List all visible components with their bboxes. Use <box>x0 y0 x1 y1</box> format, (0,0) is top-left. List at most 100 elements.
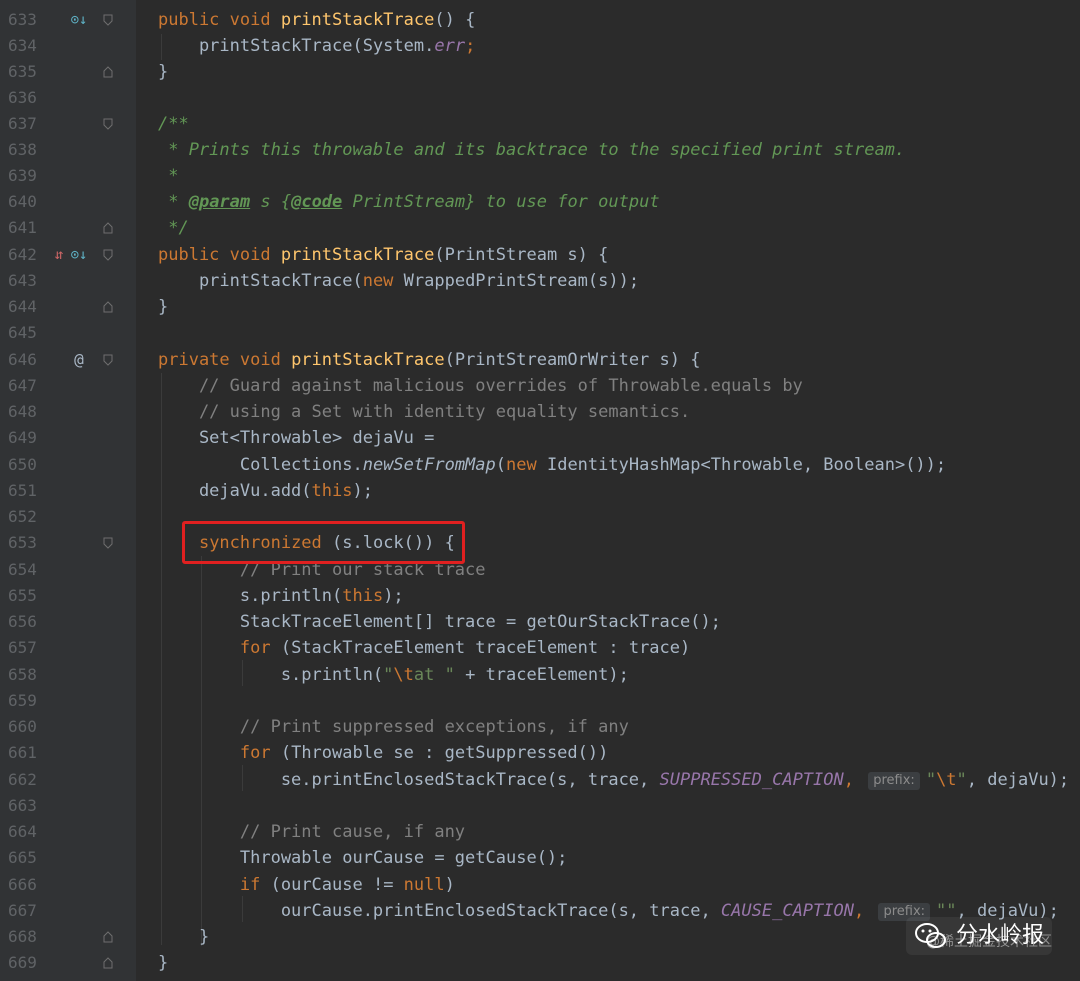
code-text: Collections.newSetFromMap(new IdentityHa… <box>158 455 947 475</box>
code-line[interactable]: 637 /** <box>0 111 1080 137</box>
fold-marker-icon[interactable] <box>103 249 113 261</box>
highlight-box <box>182 521 465 564</box>
code-text: * @param s {@code PrintStream} to use fo… <box>158 192 660 212</box>
code-text: s.println("\tat " + traceElement); <box>158 665 629 685</box>
code-line[interactable]: 662 se.printEnclosedStackTrace(s, trace,… <box>0 767 1080 793</box>
code-line[interactable]: 649 Set<Throwable> dejaVu = <box>0 425 1080 451</box>
code-text: public void printStackTrace(PrintStream … <box>158 245 609 265</box>
line-number: 657 <box>8 638 37 657</box>
code-text: StackTraceElement[] trace = getOurStackT… <box>158 612 721 632</box>
parameter-hint: prefix: <box>868 772 920 790</box>
fold-end-icon[interactable] <box>103 301 113 313</box>
code-line[interactable]: 652 <box>0 504 1080 530</box>
fold-marker-icon[interactable] <box>103 118 113 130</box>
code-line[interactable]: 657 for (StackTraceElement traceElement … <box>0 635 1080 661</box>
fold-end-icon[interactable] <box>103 931 113 943</box>
fold-end-icon[interactable] <box>103 66 113 78</box>
code-line[interactable]: 634 printStackTrace(System.err; <box>0 33 1080 59</box>
code-text: // using a Set with identity equality se… <box>158 402 691 422</box>
line-number: 666 <box>8 875 37 894</box>
code-text: /** <box>158 114 189 134</box>
code-line[interactable]: 664 // Print cause, if any <box>0 819 1080 845</box>
code-line[interactable]: 654 // Print our stack trace <box>0 557 1080 583</box>
at-icon[interactable]: @ <box>70 351 88 369</box>
code-line[interactable]: 655 s.println(this); <box>0 583 1080 609</box>
code-line[interactable]: 665 Throwable ourCause = getCause(); <box>0 845 1080 871</box>
line-number: 649 <box>8 428 37 447</box>
line-number: 651 <box>8 481 37 500</box>
implemented-icon[interactable]: ⇵ <box>50 246 68 264</box>
code-line[interactable]: 638 * Prints this throwable and its back… <box>0 137 1080 163</box>
code-line[interactable]: 639 * <box>0 163 1080 189</box>
code-line[interactable]: 640 * @param s {@code PrintStream} to us… <box>0 189 1080 215</box>
code-line[interactable]: 658 s.println("\tat " + traceElement); <box>0 662 1080 688</box>
code-line[interactable]: 651 dejaVu.add(this); <box>0 478 1080 504</box>
line-number: 634 <box>8 36 37 55</box>
code-text: s.println(this); <box>158 586 404 606</box>
code-line[interactable]: 659 <box>0 688 1080 714</box>
code-line[interactable]: 645 <box>0 320 1080 346</box>
line-number: 637 <box>8 114 37 133</box>
code-line[interactable]: 656 StackTraceElement[] trace = getOurSt… <box>0 609 1080 635</box>
code-line[interactable]: 661 for (Throwable se : getSuppressed()) <box>0 740 1080 766</box>
code-text: // Print cause, if any <box>158 822 466 842</box>
fold-marker-icon[interactable] <box>103 14 113 26</box>
line-number: 640 <box>8 192 37 211</box>
code-text: for (Throwable se : getSuppressed()) <box>239 743 609 763</box>
line-number: 669 <box>8 953 37 972</box>
line-number: 635 <box>8 62 37 81</box>
line-number: 655 <box>8 586 37 605</box>
code-line[interactable]: 663 <box>0 793 1080 819</box>
line-number: 653 <box>8 533 37 552</box>
line-number: 662 <box>8 770 37 789</box>
line-number: 642 <box>8 245 37 264</box>
line-number: 639 <box>8 166 37 185</box>
code-text: */ <box>158 218 189 238</box>
code-line[interactable]: 660 // Print suppressed exceptions, if a… <box>0 714 1080 740</box>
code-text: // Guard against malicious overrides of … <box>158 376 803 396</box>
line-number: 641 <box>8 218 37 237</box>
code-line[interactable]: 650 Collections.newSetFromMap(new Identi… <box>0 452 1080 478</box>
fold-end-icon[interactable] <box>103 957 113 969</box>
code-text: } <box>158 62 169 82</box>
code-line[interactable]: 642 ⇵ ⊙↓ public void printStackTrace(Pri… <box>0 242 1080 268</box>
line-number: 646 <box>8 350 37 369</box>
code-line[interactable]: 666 if (ourCause != null) <box>0 872 1080 898</box>
fold-marker-icon[interactable] <box>103 354 113 366</box>
code-line[interactable]: 644 } <box>0 294 1080 320</box>
override-icon[interactable]: ⊙↓ <box>70 11 88 29</box>
code-text: // Print suppressed exceptions, if any <box>158 717 629 737</box>
code-line[interactable]: 647 // Guard against malicious overrides… <box>0 373 1080 399</box>
line-number: 654 <box>8 560 37 579</box>
fold-marker-icon[interactable] <box>103 537 113 549</box>
code-line[interactable]: 636 <box>0 85 1080 111</box>
code-text: printStackTrace(System.err; <box>158 36 476 56</box>
fold-end-icon[interactable] <box>103 222 113 234</box>
line-number: 660 <box>8 717 37 736</box>
code-text: printStackTrace(new WrappedPrintStream(s… <box>158 271 640 291</box>
code-text: private void printStackTrace(PrintStream… <box>158 350 701 370</box>
line-number: 636 <box>8 88 37 107</box>
line-number: 644 <box>8 297 37 316</box>
code-text: se.printEnclosedStackTrace(s, trace, SUP… <box>158 770 1070 790</box>
overridden-icon[interactable]: ⊙↓ <box>70 246 88 264</box>
line-number: 633 <box>8 10 37 29</box>
code-line[interactable]: 643 printStackTrace(new WrappedPrintStre… <box>0 268 1080 294</box>
line-number: 659 <box>8 691 37 710</box>
code-line[interactable]: 653 synchronized (s.lock()) { <box>0 530 1080 556</box>
code-line[interactable]: 633 ⊙↓ public void printStackTrace() { <box>0 7 1080 33</box>
code-text: public void printStackTrace() { <box>158 10 476 30</box>
code-line[interactable]: 641 */ <box>0 215 1080 241</box>
code-line[interactable]: 648 // using a Set with identity equalit… <box>0 399 1080 425</box>
line-number: 663 <box>8 796 37 815</box>
line-number: 658 <box>8 665 37 684</box>
code-editor[interactable]: 633 ⊙↓ public void printStackTrace() { 6… <box>0 0 1080 981</box>
code-text: * <box>158 166 179 186</box>
code-line[interactable]: 646 @ private void printStackTrace(Print… <box>0 347 1080 373</box>
code-line[interactable]: 635 } <box>0 59 1080 85</box>
line-number: 667 <box>8 901 37 920</box>
line-number: 648 <box>8 402 37 421</box>
code-text: dejaVu.add(this); <box>158 481 373 501</box>
line-number: 650 <box>8 455 37 474</box>
line-number: 665 <box>8 848 37 867</box>
